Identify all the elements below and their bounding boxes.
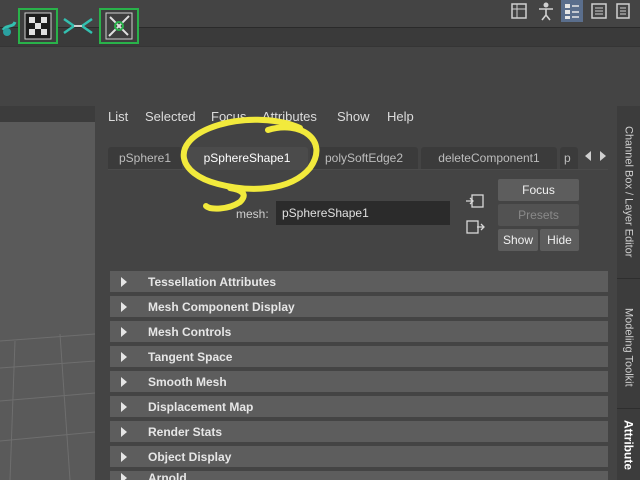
tool-settings-icon[interactable] xyxy=(588,0,610,22)
expand-arrow-icon xyxy=(121,473,127,480)
dock-tab-attribute-editor[interactable]: Attribute xyxy=(617,420,640,480)
section-tangent-space[interactable]: Tangent Space xyxy=(110,346,608,367)
expand-arrow-icon xyxy=(121,276,127,287)
unfold-tool-icon[interactable] xyxy=(99,8,139,44)
section-object-display[interactable]: Object Display xyxy=(110,446,608,467)
section-smooth-mesh[interactable]: Smooth Mesh xyxy=(110,371,608,392)
expand-arrow-icon xyxy=(121,426,127,437)
sculpt-tool-icon[interactable] xyxy=(0,8,18,44)
uv-mirror-icon[interactable] xyxy=(60,8,96,44)
shelf-tab-bar xyxy=(0,27,640,47)
outliner-icon[interactable] xyxy=(508,0,530,22)
tab-deletecomponent1[interactable]: deleteComponent1 xyxy=(421,147,557,169)
character-icon[interactable] xyxy=(535,0,557,22)
attribute-editor-toggle-icon[interactable] xyxy=(612,0,634,22)
shelf xyxy=(0,46,640,99)
dock-divider xyxy=(617,408,640,409)
viewport-menu-bar xyxy=(0,106,95,122)
output-connection-icon[interactable] xyxy=(465,219,485,235)
expand-arrow-icon xyxy=(121,301,127,312)
menu-show[interactable]: Show xyxy=(337,109,370,124)
section-mesh-controls[interactable]: Mesh Controls xyxy=(110,321,608,342)
expand-arrow-icon xyxy=(121,376,127,387)
checker-uv-icon[interactable] xyxy=(18,8,58,44)
expand-arrow-icon xyxy=(121,401,127,412)
annotation-circle xyxy=(180,116,320,212)
dock-tab-channel-box[interactable]: Channel Box / Layer Editor xyxy=(617,112,640,272)
viewport[interactable] xyxy=(0,106,95,480)
section-arnold[interactable]: Arnold xyxy=(110,471,608,480)
presets-button: Presets xyxy=(498,204,579,226)
section-displacement-map[interactable]: Displacement Map xyxy=(110,396,608,417)
section-tessellation-attributes[interactable]: Tessellation Attributes xyxy=(110,271,608,292)
dock-divider xyxy=(617,278,640,279)
channel-box-toggle-icon[interactable] xyxy=(561,0,583,22)
focus-button[interactable]: Focus xyxy=(498,179,579,201)
dock-tab-modeling-toolkit[interactable]: Modeling Toolkit xyxy=(617,292,640,402)
expand-arrow-icon xyxy=(121,451,127,462)
tab-scroll-left-icon[interactable] xyxy=(585,151,591,161)
expand-arrow-icon xyxy=(121,326,127,337)
show-button[interactable]: Show xyxy=(498,229,538,251)
tab-overflow[interactable]: p xyxy=(560,147,578,169)
menu-help[interactable]: Help xyxy=(387,109,414,124)
menu-list[interactable]: List xyxy=(108,109,128,124)
section-render-stats[interactable]: Render Stats xyxy=(110,421,608,442)
tab-scroll-right-icon[interactable] xyxy=(600,151,606,161)
hide-button[interactable]: Hide xyxy=(540,229,579,251)
section-mesh-component-display[interactable]: Mesh Component Display xyxy=(110,296,608,317)
expand-arrow-icon xyxy=(121,351,127,362)
input-connection-icon[interactable] xyxy=(465,193,485,209)
